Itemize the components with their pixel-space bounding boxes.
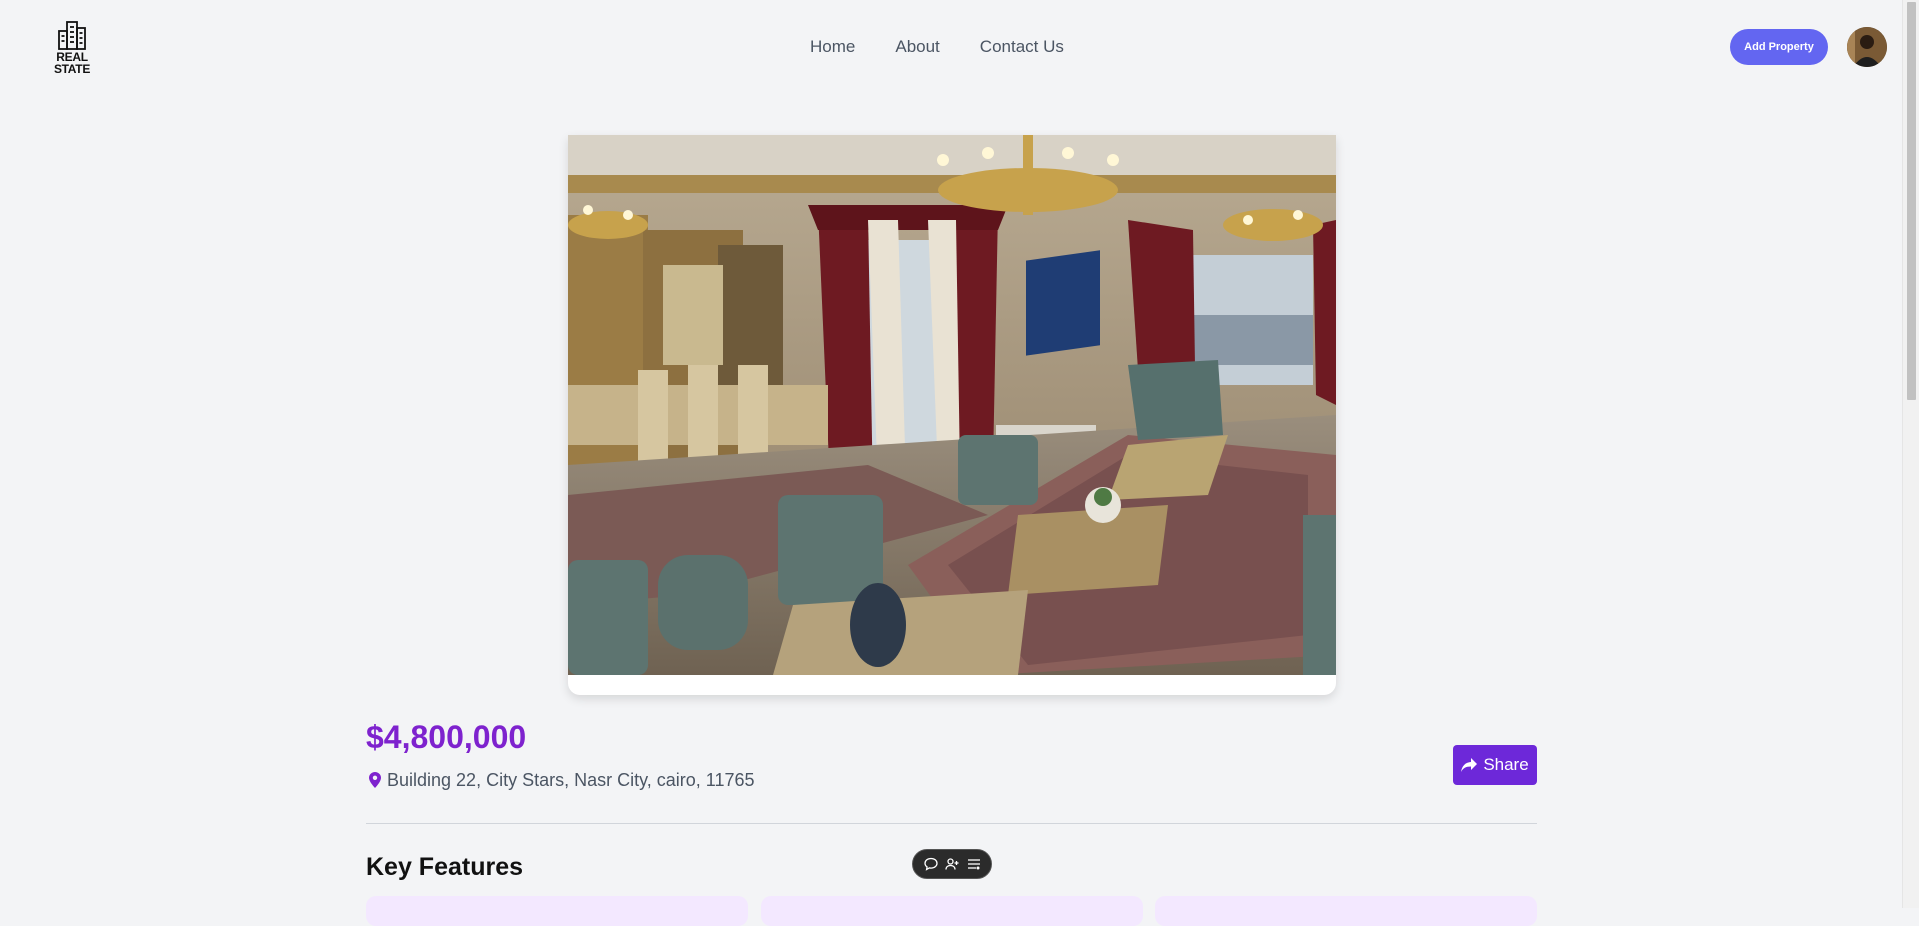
user-add-icon[interactable] bbox=[944, 856, 960, 872]
main-nav: Home About Contact Us bbox=[810, 36, 1064, 58]
property-photo[interactable] bbox=[568, 135, 1336, 695]
nav-about-link[interactable]: About bbox=[895, 36, 939, 58]
avatar[interactable] bbox=[1847, 27, 1887, 67]
share-label: Share bbox=[1483, 755, 1529, 774]
share-button[interactable]: Share bbox=[1453, 745, 1537, 785]
page-scrollbar[interactable] bbox=[1902, 0, 1919, 908]
feature-card[interactable] bbox=[366, 896, 748, 926]
nav-home-link[interactable]: Home bbox=[810, 36, 855, 58]
add-property-button[interactable]: Add Property bbox=[1730, 29, 1828, 65]
key-features-heading: Key Features bbox=[366, 853, 524, 881]
section-divider bbox=[366, 823, 1537, 824]
chat-bubble-icon[interactable] bbox=[923, 856, 939, 872]
property-price: $4,800,000 bbox=[366, 719, 527, 755]
brand-name: REAL STATE bbox=[53, 50, 91, 76]
property-address: Building 22, City Stars, Nasr City, cair… bbox=[369, 768, 755, 792]
buildings-icon bbox=[58, 21, 86, 50]
feature-card[interactable] bbox=[761, 896, 1143, 926]
property-address-text: Building 22, City Stars, Nasr City, cair… bbox=[387, 770, 755, 790]
map-pin-icon bbox=[369, 772, 381, 788]
settings-list-icon[interactable] bbox=[966, 856, 982, 872]
site-header: REAL STATE Home About Contact Us Add Pro… bbox=[0, 0, 1902, 95]
nav-contact-link[interactable]: Contact Us bbox=[980, 36, 1064, 58]
feature-card[interactable] bbox=[1155, 896, 1537, 926]
share-arrow-icon bbox=[1461, 758, 1478, 772]
scrollbar-thumb[interactable] bbox=[1907, 2, 1916, 400]
brand-logo[interactable]: REAL STATE bbox=[40, 20, 104, 75]
floating-toolbar bbox=[912, 849, 992, 879]
